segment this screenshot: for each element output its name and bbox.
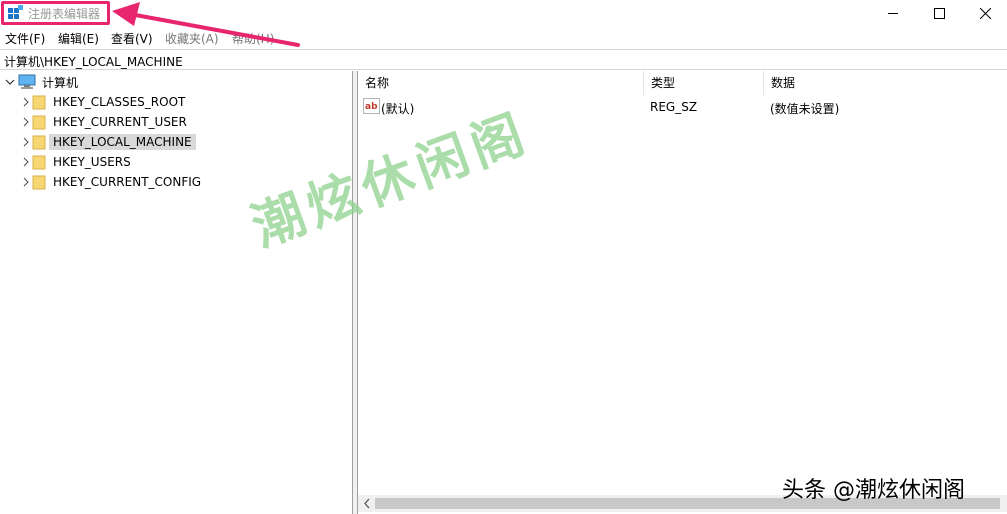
maximize-button[interactable]: [916, 0, 962, 26]
tree-item-label: HKEY_CURRENT_CONFIG: [53, 175, 202, 189]
tree-item-label: HKEY_CURRENT_USER: [53, 115, 187, 129]
tree-item-label: HKEY_LOCAL_MACHINE: [49, 134, 196, 150]
chevron-right-icon[interactable]: [20, 172, 32, 192]
tree-item-hkcr[interactable]: HKEY_CLASSES_ROOT: [20, 92, 189, 112]
column-header-type[interactable]: 类型: [644, 71, 764, 95]
chevron-right-icon[interactable]: [20, 112, 32, 132]
value-name: (默认): [381, 102, 415, 116]
tree-pane[interactable]: 计算机 HKEY_CLASSES_ROOT HKEY_CURRENT_USER …: [0, 71, 353, 514]
chevron-right-icon[interactable]: [20, 92, 32, 112]
folder-icon: [32, 135, 46, 149]
chevron-down-icon[interactable]: [4, 72, 16, 92]
tree-item-hkcc[interactable]: HKEY_CURRENT_CONFIG: [20, 172, 205, 192]
minimize-icon: [887, 12, 898, 14]
value-type: REG_SZ: [650, 100, 698, 114]
tree-root-label: 计算机: [42, 75, 79, 90]
folder-icon: [32, 175, 46, 189]
tree-item-label: HKEY_USERS: [53, 155, 131, 169]
tree-root-computer[interactable]: 计算机: [4, 72, 82, 92]
chevron-right-icon[interactable]: [20, 132, 32, 152]
close-icon: [979, 7, 991, 19]
minimize-button[interactable]: [870, 0, 916, 26]
tree-item-hku[interactable]: HKEY_USERS: [20, 152, 135, 172]
svg-text:ab: ab: [365, 102, 378, 112]
chevron-right-icon[interactable]: [20, 152, 32, 172]
computer-icon: [18, 74, 36, 89]
tree-item-hklm[interactable]: HKEY_LOCAL_MACHINE: [20, 132, 196, 152]
value-data: (数值未设置): [770, 102, 840, 116]
address-bar[interactable]: 计算机\HKEY_LOCAL_MACHINE: [0, 49, 1007, 70]
scroll-left-icon[interactable]: [362, 498, 372, 509]
column-header-name[interactable]: 名称: [358, 71, 644, 95]
column-header-data[interactable]: 数据: [764, 71, 1007, 95]
close-button[interactable]: [962, 0, 1007, 26]
tree-item-hkcu[interactable]: HKEY_CURRENT_USER: [20, 112, 191, 132]
credit-text: 头条 @潮炫休闲阁: [782, 478, 965, 503]
folder-icon: [32, 155, 46, 169]
maximize-icon: [933, 7, 945, 19]
address-path: 计算机\HKEY_LOCAL_MACHINE: [4, 55, 183, 69]
string-value-icon: ab: [363, 98, 380, 114]
folder-icon: [32, 95, 46, 109]
folder-icon: [32, 115, 46, 129]
tree-item-label: HKEY_CLASSES_ROOT: [53, 95, 186, 109]
